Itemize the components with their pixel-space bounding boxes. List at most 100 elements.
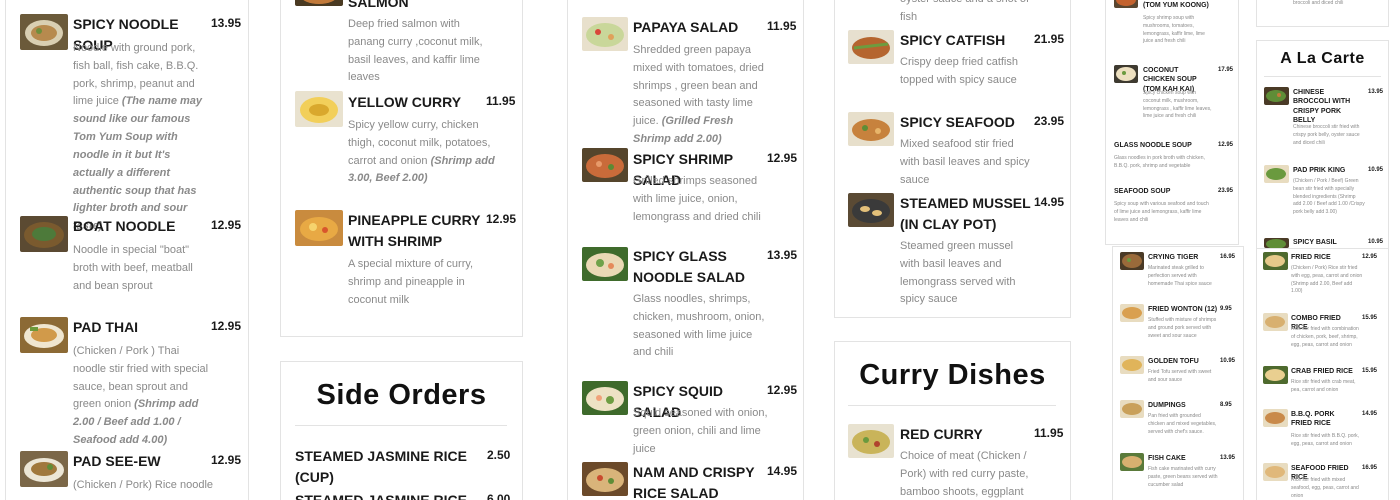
item-price: 6.00 [487,492,511,500]
dish-photo [1263,366,1288,384]
item-price: 16.95 [1220,254,1236,260]
dish-photo [582,247,628,281]
item-description: Marinated steak grilled to perfection se… [1148,265,1212,287]
item-description: Steamed green mussel with basil leaves a… [900,240,1016,306]
dish-photo [848,424,894,458]
item-description: oyster sauce and a shot of fish [900,0,1029,23]
item-name: SPICY SEAFOOD [900,114,1015,130]
item-price: 12.95 [767,151,798,165]
dish-photo [848,193,894,227]
item-name: DUMPINGS [1148,402,1186,409]
dish-photo [1120,252,1144,270]
item-description: Squid seasoned with onion, green onion, … [633,407,768,455]
section-divider [1264,76,1381,77]
dish-photo [582,17,628,51]
item-name: STEAMED JASMINE RICE [295,492,467,500]
item-description: Mixed seafood stir fried with basil leav… [900,138,1030,186]
item-name: FRIED RICE [1291,254,1331,261]
item-name: BOAT NOODLE [73,218,176,234]
item-description: Glass noodles, shrimps, chicken, mushroo… [633,293,765,359]
item-price: 14.95 [1362,411,1378,417]
item-description: Chinese broccoli stir fried with crispy … [1293,124,1360,146]
item-price: 12.95 [1362,254,1378,260]
item-description: Rice stir fried with mixed seafood, egg,… [1291,477,1359,499]
item-price: 10.95 [1368,239,1384,245]
item-name: PAD SEE-EW [73,453,161,469]
item-description: Rice stir fried with crab meat, pea, car… [1291,379,1356,393]
item-description: Noodle in special "boat" broth with beef… [73,244,193,292]
dish-photo [1120,400,1144,418]
dish-photo [1264,87,1289,105]
item-description: Glass noodles in pork broth with chicken… [1114,155,1205,169]
item-description: (Chicken / Pork ) Thai noodle stir fried… [73,345,209,447]
item-price: 11.95 [1034,426,1064,440]
item-name: GOLDEN TOFU [1148,358,1199,365]
dish-photo [1120,453,1144,471]
item-description: Choice of meat (Chicken / Pork) with red… [900,450,1029,498]
item-description: Spicy chicken soup with coconut milk, mu… [1143,90,1212,120]
item-name: PAPAYA SALAD [633,19,739,35]
dish-photo [1114,0,1138,8]
dish-photo [1264,238,1289,248]
dish-photo [295,0,343,6]
item-price: 14.95 [767,464,798,478]
dish-photo [848,30,894,64]
item-name: PINEAPPLE CURRY WITH SHRIMP [348,212,481,249]
item-description: (Chicken / Pork / Beef) Green bean stir … [1293,178,1365,215]
item-price: 13.95 [767,248,798,262]
item-name: CHINESE BROCCOLI WITH CRISPY PORK BELLY [1293,89,1351,125]
item-price: 10.95 [1220,358,1236,364]
item-description: Spicy soup with various seafood and touc… [1114,201,1209,223]
item-name: B.B.Q. PORK FRIED RICE [1291,411,1335,428]
item-name: FISH CAKE [1148,455,1186,462]
item-price: 23.95 [1218,188,1234,194]
item-name: STEAMED MUSSEL (IN CLAY POT) [900,195,1031,232]
dish-photo [295,91,343,127]
section-title: Curry Dishes [859,359,1046,391]
item-price: 15.95 [1362,315,1378,321]
item-price: 17.95 [1218,67,1234,73]
item-name: PAD PRIK KING [1293,167,1346,174]
item-description: broccoli and diced chili [1293,0,1344,6]
item-description: Noodle with ground pork, fish ball, fish… [73,42,203,233]
item-name: SPICY CATFISH [900,32,1006,48]
item-name: SPICY GLASS NOODLE SALAD [633,248,745,285]
dish-photo [848,112,894,146]
dish-photo [582,381,628,415]
dish-photo [582,148,628,182]
dish-photo [20,14,68,50]
item-description: A special mixture of curry, shrimp and p… [348,258,474,306]
item-name: RED CURRY [900,426,983,442]
dish-photo [1114,65,1138,83]
item-price: 2.50 [487,448,511,462]
item-price: 11.95 [486,94,516,108]
item-price: 23.95 [1034,114,1065,128]
dish-photo [1263,252,1288,270]
item-name: CRYING TIGER [1148,254,1199,261]
item-description: Stuffed with mixture of shrimps and grou… [1148,317,1217,339]
item-price: 13.95 [211,16,242,30]
dish-photo [20,216,68,252]
item-description: Fried Tofu served with sweet and sour sa… [1148,369,1212,383]
item-price: 12.95 [486,212,517,226]
item-description: Spicy yellow curry, chicken thigh, cocon… [348,119,495,185]
dish-photo [1120,304,1144,322]
item-description: Rice stir fried with B.B.Q. pork, egg, p… [1291,433,1360,447]
item-price: 12.95 [767,383,798,397]
item-note: (The name may sound like our famous Tom … [73,95,203,233]
item-description: (Chicken / Pork) Rice stir fried with eg… [1291,265,1363,295]
section-title: A La Carte [1280,50,1365,67]
item-name: PAD THAI [73,319,139,335]
item-price: 13.95 [1220,455,1236,461]
item-description: Grilled shrimps seasoned with lime juice… [633,175,761,223]
dish-photo [1264,165,1289,183]
item-price: 11.95 [767,19,797,33]
dish-photo [1263,463,1288,481]
item-price: 12.95 [211,453,242,467]
item-name: SALMON [348,0,409,10]
item-price: 13.95 [1368,89,1384,95]
item-price: 15.95 [1362,368,1378,374]
section-divider [848,405,1056,406]
item-description: (Chicken / Pork) Rice noodle [73,479,214,491]
item-price: 21.95 [1034,32,1065,46]
